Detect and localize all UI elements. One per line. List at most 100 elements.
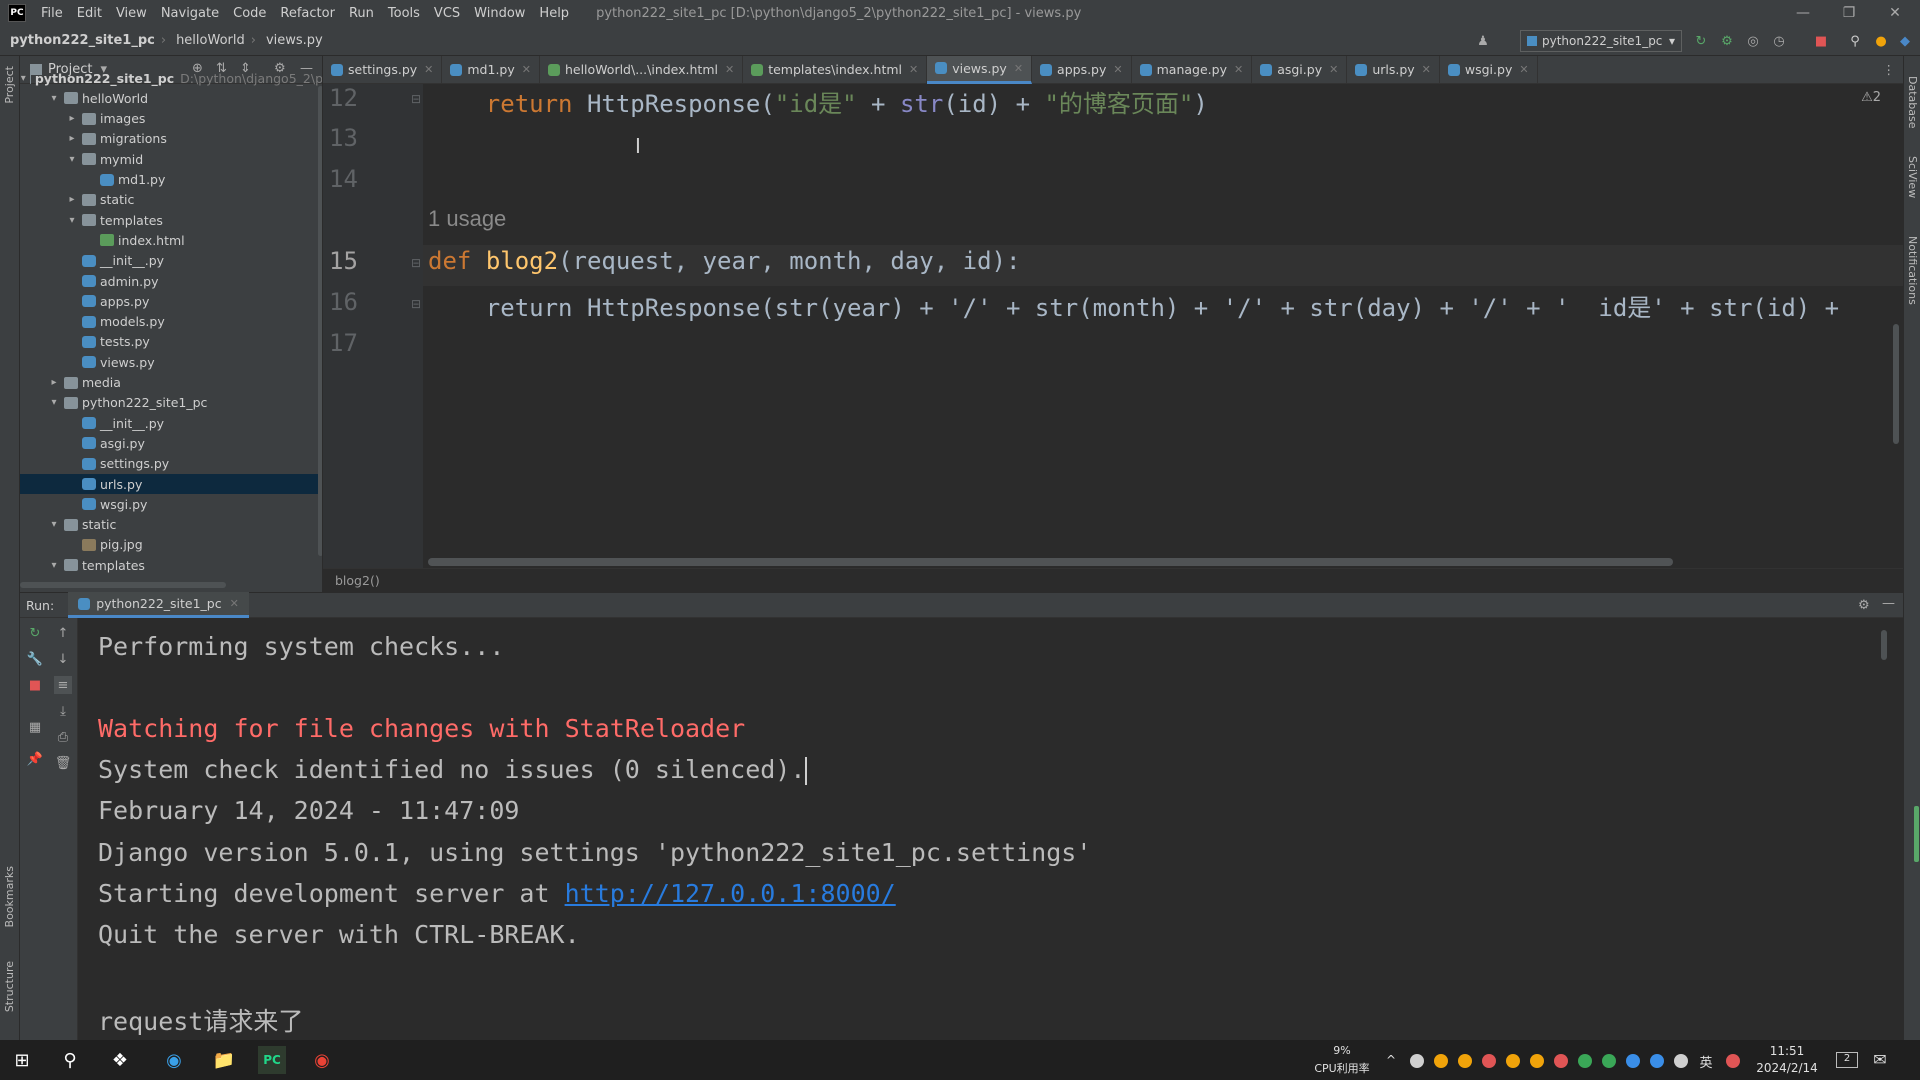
menu-edit[interactable]: Edit: [70, 6, 109, 21]
chevron-down-icon[interactable]: ▾: [66, 154, 78, 165]
editor-tab[interactable]: md1.py ✕: [442, 55, 540, 84]
close-tab-icon[interactable]: ✕: [1113, 63, 1122, 76]
tree-item-py[interactable]: apps.py: [20, 291, 322, 311]
chevron-down-icon[interactable]: ▾: [48, 519, 60, 530]
stop-icon[interactable]: ■: [1812, 32, 1830, 50]
clock-date[interactable]: 2024/2/14: [1752, 1061, 1822, 1075]
run-configuration-select[interactable]: python222_site1_pc ▾: [1520, 30, 1682, 52]
widgets-icon[interactable]: ❖: [106, 1046, 134, 1074]
chevron-right-icon[interactable]: ▸: [48, 377, 60, 388]
editor-tab[interactable]: views.py ✕: [927, 55, 1033, 84]
chevron-down-icon[interactable]: ▾: [48, 560, 60, 571]
chevron-right-icon[interactable]: ▸: [66, 113, 78, 124]
breadcrumb-file[interactable]: views.py: [256, 33, 329, 48]
edge-browser-icon[interactable]: ◉: [160, 1046, 188, 1074]
close-window-icon[interactable]: ✕: [1872, 0, 1918, 26]
notification-count-badge[interactable]: 2: [1836, 1052, 1858, 1068]
tree-item-folder[interactable]: ▾ templates: [20, 555, 322, 575]
menu-window[interactable]: Window: [467, 6, 532, 21]
clock-time[interactable]: 11:51: [1752, 1044, 1822, 1058]
tree-item-py[interactable]: admin.py: [20, 271, 322, 291]
tree-item-py[interactable]: tests.py: [20, 332, 322, 352]
app-tray-icon[interactable]: [1626, 1054, 1640, 1068]
tree-item-folder[interactable]: ▸ migrations: [20, 129, 322, 149]
tree-item-folder[interactable]: ▾ mymid: [20, 149, 322, 169]
notifications-tool-button[interactable]: Notifications: [1906, 236, 1919, 305]
usage-hint[interactable]: 1 usage: [428, 206, 506, 232]
wechat-icon[interactable]: [1602, 1054, 1616, 1068]
windows-start-icon[interactable]: ⊞: [8, 1046, 36, 1074]
bookmarks-tool-button[interactable]: Bookmarks: [3, 866, 16, 927]
editor-tab[interactable]: helloWorld\...\index.html ✕: [540, 55, 744, 84]
tree-item-py[interactable]: __init__.py: [20, 251, 322, 271]
editor-breadcrumb-item[interactable]: blog2(): [335, 573, 380, 588]
menu-help[interactable]: Help: [532, 6, 576, 21]
network-icon[interactable]: [1650, 1054, 1664, 1068]
tree-item-html[interactable]: index.html: [20, 230, 322, 250]
breadcrumb-folder[interactable]: helloWorld: [166, 33, 251, 48]
database-tool-button[interactable]: Database: [1906, 76, 1919, 129]
up-arrow-icon[interactable]: ↑: [54, 624, 72, 642]
project-hscrollbar[interactable]: [20, 582, 226, 588]
menu-tools[interactable]: Tools: [381, 6, 427, 21]
chrome-browser-icon[interactable]: ◉: [308, 1046, 336, 1074]
gear-icon[interactable]: ⚙: [1858, 598, 1870, 613]
tree-item-folder[interactable]: ▾ templates: [20, 210, 322, 230]
editor-tab[interactable]: templates\index.html ✕: [743, 55, 928, 84]
tree-item-folder[interactable]: ▾ python222_site1_pc: [20, 393, 322, 413]
editor-tab[interactable]: manage.py ✕: [1132, 55, 1253, 84]
menu-run[interactable]: Run: [342, 6, 381, 21]
editor-tab[interactable]: settings.py ✕: [323, 55, 443, 84]
tree-item-py[interactable]: md1.py: [20, 170, 322, 190]
tree-item-py[interactable]: asgi.py: [20, 433, 322, 453]
code-line-15[interactable]: def blog2(request, year, month, day, id)…: [428, 247, 1020, 275]
tree-item-py[interactable]: urls.py: [20, 474, 322, 494]
tree-item-py[interactable]: models.py: [20, 312, 322, 332]
ime-indicator[interactable]: 英: [1696, 1052, 1716, 1071]
qq-icon[interactable]: [1530, 1054, 1544, 1068]
close-tab-icon[interactable]: ✕: [1329, 63, 1338, 76]
file-explorer-icon[interactable]: 📁: [210, 1046, 238, 1074]
pycharm-icon[interactable]: ◆: [1896, 32, 1914, 50]
close-tab-icon[interactable]: ✕: [1422, 63, 1431, 76]
tree-item-folder[interactable]: ▸ static: [20, 190, 322, 210]
pycharm-taskbar-icon[interactable]: PC: [258, 1046, 286, 1074]
close-tab-icon[interactable]: ✕: [725, 63, 734, 76]
notification-bell-icon[interactable]: ✉: [1868, 1050, 1892, 1069]
close-tab-icon[interactable]: ✕: [1234, 63, 1243, 76]
server-url-link[interactable]: http://127.0.0.1:8000/: [565, 879, 896, 908]
menu-code[interactable]: Code: [226, 6, 273, 21]
tree-item-py[interactable]: settings.py: [20, 454, 322, 474]
editor-vscrollbar[interactable]: [1893, 324, 1899, 444]
hide-panel-icon[interactable]: —: [1882, 596, 1895, 611]
qq-icon[interactable]: [1506, 1054, 1520, 1068]
rerun-icon[interactable]: ↻: [1692, 32, 1710, 50]
project-tool-button[interactable]: Project: [3, 66, 16, 104]
menu-file[interactable]: File: [34, 6, 70, 21]
breadcrumb-project[interactable]: python222_site1_pc: [0, 33, 161, 48]
tree-item-folder[interactable]: ▾ python222_site1_pc D:\python\django5_2\p: [20, 68, 322, 88]
close-tab-icon[interactable]: ✕: [1014, 62, 1023, 75]
trash-icon[interactable]: 🗑: [54, 754, 72, 772]
close-tab-icon[interactable]: ✕: [1519, 63, 1528, 76]
layout-icon[interactable]: ▦: [26, 718, 44, 736]
close-tab-icon[interactable]: ✕: [909, 63, 918, 76]
qq-icon[interactable]: [1458, 1054, 1472, 1068]
search-icon[interactable]: ⚲: [56, 1046, 84, 1074]
tree-item-py[interactable]: wsgi.py: [20, 494, 322, 514]
app-tray-icon[interactable]: [1726, 1054, 1740, 1068]
close-icon[interactable]: ✕: [230, 597, 239, 610]
tree-item-folder[interactable]: ▸ media: [20, 373, 322, 393]
close-tab-icon[interactable]: ✕: [424, 63, 433, 76]
fold-marker-icon[interactable]: ⊟: [411, 92, 421, 106]
chevron-down-icon[interactable]: ▾: [21, 73, 26, 84]
menu-navigate[interactable]: Navigate: [154, 6, 226, 21]
chevron-right-icon[interactable]: ▸: [66, 133, 78, 144]
soft-wrap-icon[interactable]: ≡: [54, 676, 72, 694]
down-arrow-icon[interactable]: ↓: [54, 650, 72, 668]
pin-icon[interactable]: 📌: [26, 750, 44, 768]
editor-tab[interactable]: asgi.py ✕: [1252, 55, 1348, 84]
editor-tab[interactable]: apps.py ✕: [1032, 55, 1132, 84]
console-scrollbar[interactable]: [1881, 630, 1887, 660]
print-icon[interactable]: ⎙: [54, 728, 72, 746]
